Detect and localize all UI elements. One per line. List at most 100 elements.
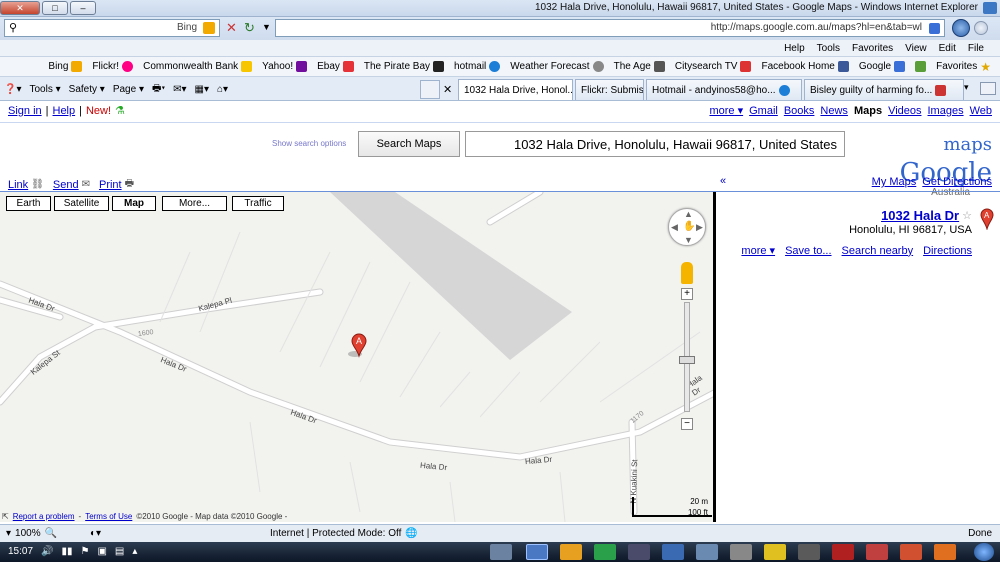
favorite-yahoo[interactable]: Yahoo!	[257, 61, 312, 72]
tray-icon[interactable]: ▣	[97, 546, 106, 557]
taskbar-app-icon[interactable]	[594, 544, 616, 560]
add-favorite-icon[interactable]	[910, 61, 931, 72]
clock[interactable]: 15:07	[8, 546, 33, 557]
favorite-ebay[interactable]: Ebay	[312, 61, 359, 72]
pegman-icon[interactable]	[681, 262, 693, 284]
nav-gmail[interactable]: Gmail	[749, 105, 778, 117]
favorite-pirate-bay[interactable]: The Pirate Bay	[359, 61, 449, 72]
volume-icon[interactable]: 🔊	[41, 546, 53, 557]
pan-control[interactable]: ▲ ▼ ◀ ▶ ✋	[668, 208, 706, 246]
menu-file[interactable]: File	[962, 40, 990, 57]
close-button[interactable]: ✕	[0, 1, 40, 15]
taskbar-app-icon[interactable]	[798, 544, 820, 560]
flag-icon[interactable]: ⚑	[81, 546, 90, 557]
search-nearby-link[interactable]: Search nearby	[842, 245, 914, 257]
map-button[interactable]: Map	[112, 196, 156, 211]
maximize-button[interactable]: □	[42, 1, 68, 15]
taskbar-app-icon[interactable]	[662, 544, 684, 560]
feeds-icon[interactable]: ▦▾	[195, 84, 209, 95]
favorite-facebook[interactable]: Facebook Home	[756, 61, 853, 72]
taskbar-app-icon[interactable]	[934, 544, 956, 560]
taskbar-app-icon[interactable]	[628, 544, 650, 560]
nav-images[interactable]: Images	[928, 105, 964, 117]
tab-maps[interactable]: 1032 Hala Drive, Honol...	[458, 79, 573, 100]
new-tab-button[interactable]	[420, 80, 440, 99]
pan-up-icon[interactable]: ▲	[684, 209, 693, 219]
pan-left-icon[interactable]: ◀	[671, 222, 678, 233]
star-outline-icon[interactable]: ☆	[962, 209, 972, 222]
pan-down-icon[interactable]: ▼	[684, 235, 693, 245]
network-icon[interactable]: ▮▮	[61, 546, 72, 557]
taskbar-app-icon[interactable]	[866, 544, 888, 560]
nav-videos[interactable]: Videos	[888, 105, 921, 117]
report-problem-link[interactable]: Report a problem	[13, 512, 75, 521]
url-field[interactable]: http://maps.google.com.au/maps?hl=en&tab…	[275, 19, 945, 37]
map-canvas[interactable]: Hala Dr Kalepa Pl Kalepa St Hala Dr Hala…	[0, 192, 716, 522]
menu-favorites[interactable]: Favorites	[846, 40, 899, 57]
tab-hotmail[interactable]: Hotmail - andyinos58@ho...	[646, 79, 802, 100]
terms-link[interactable]: Terms of Use	[85, 512, 132, 521]
zoom-lock-icon[interactable]: ◐▾	[90, 528, 101, 539]
refresh-icon[interactable]: ↻	[244, 20, 255, 36]
favorites-button[interactable]: Favorites ★	[931, 60, 996, 74]
tab-list-icon[interactable]: ▾	[964, 82, 976, 95]
earth-button[interactable]: Earth	[6, 196, 51, 211]
directions-link[interactable]: Directions	[923, 245, 972, 257]
taskbar-app-icon[interactable]	[730, 544, 752, 560]
nav-more[interactable]: more ▾	[709, 104, 743, 117]
send-button[interactable]: Send	[53, 179, 79, 191]
save-to-link[interactable]: Save to...	[785, 245, 831, 257]
link-button[interactable]: Link	[8, 179, 28, 191]
result-title[interactable]: 1032 Hala Dr	[881, 208, 959, 223]
taskbar-app-icon[interactable]	[832, 544, 854, 560]
quick-tabs-icon[interactable]	[980, 82, 996, 95]
more-layers-button[interactable]: More...	[162, 196, 227, 211]
search-icon[interactable]: ⚲	[9, 21, 17, 34]
safety-menu[interactable]: Safety ▾	[69, 84, 105, 95]
url-dropdown-icon[interactable]: ▼	[262, 22, 271, 32]
page-menu[interactable]: Page ▾	[113, 84, 144, 95]
google-maps-logo[interactable]: maps Google Australia	[862, 128, 992, 198]
zoom-in-button[interactable]: +	[681, 288, 693, 300]
tray-icon[interactable]: ▤	[115, 546, 124, 557]
minimize-button[interactable]: –	[70, 1, 96, 15]
result-marker-icon[interactable]: A	[980, 208, 994, 231]
sign-in-link[interactable]: Sign in	[8, 105, 42, 117]
nav-books[interactable]: Books	[784, 105, 815, 117]
favorite-bing[interactable]: Bing	[43, 61, 87, 72]
pan-right-icon[interactable]: ▶	[696, 222, 703, 233]
home-icon[interactable]: ⌂▾	[217, 84, 228, 95]
taskbar-app-icon[interactable]	[764, 544, 786, 560]
traffic-button[interactable]: Traffic	[232, 196, 284, 211]
search-field[interactable]: ⚲ Bing	[4, 19, 220, 37]
taskbar-app-icon[interactable]	[560, 544, 582, 560]
favorite-commbank[interactable]: Commonwealth Bank	[138, 61, 257, 72]
taskbar-ie-icon[interactable]	[526, 544, 548, 560]
print-icon[interactable]: 🖶▾	[152, 81, 165, 98]
help-link[interactable]: Help	[53, 105, 76, 117]
menu-tools[interactable]: Tools	[811, 40, 846, 57]
show-search-options-link[interactable]: Show search options	[272, 139, 346, 148]
back-button[interactable]	[952, 19, 970, 37]
nav-news[interactable]: News	[820, 105, 848, 117]
zoom-out-button[interactable]: −	[681, 418, 693, 430]
taskbar-app-icon[interactable]	[696, 544, 718, 560]
satellite-button[interactable]: Satellite	[54, 196, 109, 211]
tab-flickr[interactable]: Flickr: Submissive couple f...	[575, 79, 644, 100]
search-maps-button[interactable]: Search Maps	[358, 131, 460, 157]
forward-button[interactable]	[974, 21, 988, 35]
taskbar-app-icon[interactable]	[490, 544, 512, 560]
favorite-citysearch[interactable]: Citysearch TV	[670, 61, 757, 72]
start-button[interactable]	[974, 543, 994, 561]
menu-help[interactable]: Help	[778, 40, 811, 57]
nav-web[interactable]: Web	[970, 105, 992, 117]
menu-view[interactable]: View	[899, 40, 933, 57]
tab-bisley[interactable]: Bisley guilty of harming fo...	[804, 79, 964, 100]
help-icon[interactable]: ❓▾	[4, 84, 21, 95]
tools-menu[interactable]: Tools ▾	[29, 84, 60, 95]
favorite-hotmail[interactable]: hotmail	[449, 61, 505, 72]
show-hidden-icons[interactable]: ▴	[132, 546, 137, 557]
print-button[interactable]: Print	[99, 179, 122, 191]
security-zone[interactable]: Internet | Protected Mode: Off 🌐	[270, 528, 418, 539]
zoom-level[interactable]: ▾ 100% 🔍	[6, 528, 57, 539]
